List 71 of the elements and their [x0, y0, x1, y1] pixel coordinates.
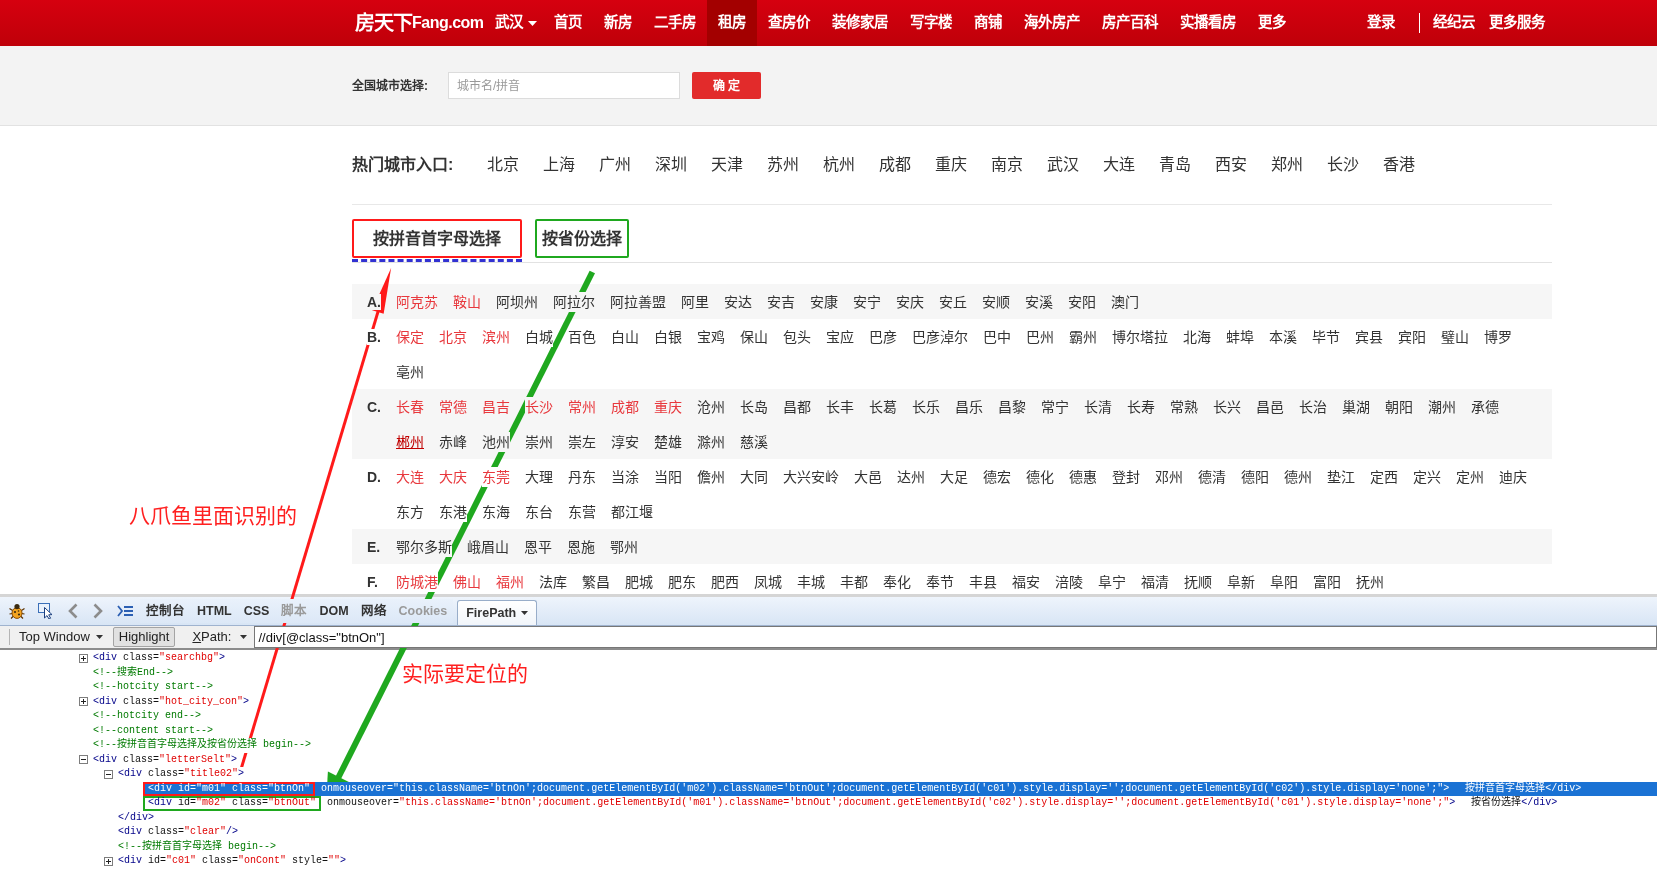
city-link[interactable]: 阿拉尔 — [553, 291, 595, 312]
code-text: <div id="m01" class="btnOn" onmouseover="this.className='btnOn';document.getElementById('m02').className='btnOut';document.getElementById('c01').style.display='';document.getElementById('c02').style.display='none';"> 按拼音首字母选择</div> — [143, 781, 1657, 796]
city-link[interactable]: 重庆 — [935, 145, 968, 185]
city-link[interactable]: 长沙 — [525, 396, 553, 417]
bug-icon[interactable] — [9, 603, 25, 619]
nav-link[interactable]: 新房 — [592, 0, 643, 46]
login-link[interactable]: 登录 — [1356, 0, 1406, 46]
collapse-icon[interactable] — [79, 755, 88, 765]
nav-link[interactable]: 海外房产 — [1012, 0, 1091, 46]
xpath-field[interactable]: //div[@class="btnOn"] — [254, 626, 1657, 648]
expand-icon[interactable] — [79, 697, 88, 707]
caret-icon — [95, 635, 103, 639]
forward-icon[interactable] — [92, 603, 104, 619]
devtools-tab[interactable]: FirePath — [457, 600, 538, 625]
highlight-button[interactable]: Highlight — [112, 627, 176, 647]
inspect-icon[interactable] — [38, 603, 54, 619]
city-link[interactable]: 苏州 — [767, 145, 800, 185]
code-comment: <!--按拼音首字母选择 begin--> — [118, 839, 276, 854]
nav-link[interactable]: 经纪云 — [1426, 0, 1482, 46]
nav-link[interactable]: 装修家居 — [820, 0, 899, 46]
city-link[interactable]: 南京 — [991, 145, 1024, 185]
expand-icon[interactable] — [79, 653, 88, 663]
city-link[interactable]: 东莞 — [482, 466, 510, 487]
city-link[interactable]: 武汉 — [1047, 145, 1080, 185]
expand-icon[interactable] — [104, 856, 113, 866]
code-text: <div id="m02" class="btnOut" onmouseover="this.className='btnOn';document.getElementById('m01').className='btnOut';document.getElementById('c02').style.display='';document.getElementById('c01').style.display='none';"> 按省份选择</div> — [143, 796, 1558, 811]
code-comment: <!--按拼音首字母选择及按省份选择 begin--> — [93, 738, 311, 753]
city-link[interactable]: 大连 — [1103, 145, 1136, 185]
index-letter: B. — [367, 328, 381, 345]
nav-link[interactable]: 实播看房 — [1168, 0, 1247, 46]
nav-link[interactable]: 二手房 — [642, 0, 707, 46]
collapse-icon[interactable] — [104, 769, 113, 779]
site-logo[interactable]: 房天下Fang.com — [355, 0, 484, 46]
city-link[interactable]: 上海 — [543, 145, 576, 185]
nav-link[interactable]: 更多 — [1246, 0, 1297, 46]
index-letter: A. — [367, 293, 381, 310]
hot-cities-label: 热门城市入口: — [352, 155, 454, 175]
city-link[interactable]: 防城港 — [396, 571, 438, 592]
nav-link[interactable]: 写字楼 — [898, 0, 963, 46]
nav-link[interactable]: 房产百科 — [1090, 0, 1169, 46]
city-link[interactable]: 郑州 — [1271, 145, 1304, 185]
city-search-field[interactable]: 城市名/拼音 — [448, 72, 680, 99]
annotation-text: 八爪鱼里面识别的 — [129, 503, 297, 529]
nav-link[interactable]: 租房 — [706, 0, 757, 46]
city-link[interactable]: 池州 — [482, 431, 510, 452]
field-label: 全国城市选择: — [352, 77, 428, 95]
caret-icon[interactable] — [240, 635, 248, 639]
city-link[interactable]: 长沙 — [1327, 145, 1360, 185]
caret-icon — [521, 611, 529, 615]
city-link[interactable]: 成都 — [879, 145, 912, 185]
city-link[interactable]: 天津 — [711, 145, 744, 185]
city-link[interactable]: 青岛 — [1159, 145, 1192, 185]
city-link[interactable]: 西安 — [1215, 145, 1248, 185]
nav-link[interactable]: 首页 — [542, 0, 593, 46]
nav-link[interactable]: 查房价 — [756, 0, 821, 46]
confirm-button[interactable]: 确 定 — [692, 72, 761, 99]
city-link[interactable]: 北京 — [487, 145, 520, 185]
city-link[interactable]: 杭州 — [823, 145, 856, 185]
back-icon[interactable] — [67, 603, 79, 619]
nav-link[interactable]: 更多服务 — [1482, 0, 1552, 46]
code-text: <div class="title02"> — [118, 767, 245, 782]
city-link[interactable]: 深圳 — [655, 145, 688, 185]
command-line-icon[interactable] — [117, 604, 133, 618]
city-link[interactable]: 广州 — [599, 145, 632, 185]
nav-link[interactable]: 商铺 — [962, 0, 1013, 46]
xpath-label: XPath: — [192, 628, 232, 647]
city-selector[interactable]: 武汉 — [494, 0, 543, 46]
caret-icon — [527, 20, 537, 26]
city-link[interactable]: 香港 — [1383, 145, 1416, 185]
annotation-text: 实际要定位的 — [402, 661, 528, 687]
frame-menu[interactable]: Top Window — [14, 627, 108, 647]
